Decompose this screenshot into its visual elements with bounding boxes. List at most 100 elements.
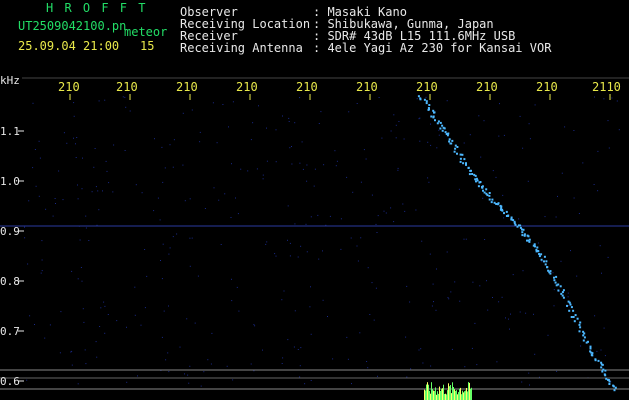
noise-pixel (397, 167, 399, 169)
y-tick-label: 0.7 (0, 325, 20, 338)
noise-pixel (91, 191, 93, 193)
noise-pixel (522, 270, 524, 272)
noise-pixel (557, 195, 558, 197)
noise-pixel (478, 115, 480, 117)
noise-pixel (393, 221, 395, 223)
noise-pixel (125, 106, 127, 108)
spectrum-bar (470, 388, 471, 400)
noise-pixel (168, 253, 170, 255)
meteor-trace-point (602, 368, 605, 371)
meteor-trace-point (503, 212, 505, 215)
noise-pixel (450, 291, 452, 293)
noise-pixel (168, 305, 169, 307)
noise-pixel (176, 233, 178, 235)
spectrum-bar (442, 388, 443, 400)
noise-pixel (161, 278, 163, 280)
meteor-trace-point (446, 134, 449, 137)
noise-pixel (153, 210, 155, 212)
meteor-trace-point (538, 253, 541, 255)
noise-pixel (383, 210, 385, 212)
meteor-trace-point (470, 169, 472, 172)
meteor-trace-point (448, 138, 451, 141)
noise-pixel (85, 363, 87, 365)
noise-pixel (335, 165, 337, 167)
noise-pixel (350, 237, 352, 239)
noise-pixel (310, 380, 312, 381)
noise-pixel (356, 245, 358, 247)
noise-pixel (240, 168, 242, 170)
noise-pixel (107, 314, 109, 315)
noise-pixel (108, 182, 110, 184)
noise-pixel (34, 324, 35, 325)
noise-pixel (129, 110, 131, 112)
noise-pixel (105, 160, 107, 162)
meteor-trace-point (523, 234, 526, 237)
noise-pixel (250, 139, 252, 141)
noise-pixel (231, 163, 232, 165)
noise-pixel (24, 226, 25, 228)
noise-pixel (88, 240, 90, 241)
noise-pixel (428, 181, 430, 183)
meteor-trace-point (578, 330, 581, 333)
meteor-trace-point (614, 386, 617, 389)
noise-pixel (528, 123, 530, 125)
noise-pixel (85, 227, 87, 229)
noise-pixel (576, 275, 578, 277)
meteor-trace-point (553, 279, 556, 282)
noise-pixel (287, 339, 289, 341)
spectrum-bar (436, 394, 437, 400)
noise-pixel (509, 328, 510, 330)
noise-pixel (480, 156, 482, 158)
spectrum-bar (455, 390, 456, 400)
noise-pixel (184, 373, 185, 375)
meteor-trace-point (454, 147, 457, 150)
noise-pixel (498, 301, 500, 303)
spectrum-bar (454, 389, 455, 400)
noise-pixel (436, 268, 437, 270)
noise-pixel (231, 300, 233, 302)
noise-pixel (593, 184, 595, 185)
noise-pixel (486, 280, 487, 282)
noise-pixel (228, 126, 229, 128)
noise-pixel (580, 345, 582, 347)
noise-pixel (448, 298, 450, 300)
meteor-trace-point (427, 108, 430, 111)
noise-pixel (203, 371, 205, 373)
noise-pixel (367, 267, 369, 269)
noise-pixel (81, 188, 83, 190)
noise-pixel (70, 351, 72, 353)
noise-pixel (41, 240, 43, 242)
noise-pixel (289, 147, 291, 149)
meteor-trace-point (417, 95, 420, 98)
noise-pixel (406, 285, 408, 287)
noise-pixel (419, 140, 421, 142)
spectrum-bar (432, 389, 433, 400)
noise-pixel (397, 169, 399, 171)
noise-pixel (282, 115, 283, 117)
noise-pixel (484, 239, 486, 240)
noise-pixel (95, 341, 97, 343)
meteor-trace-point (576, 317, 579, 320)
noise-pixel (253, 324, 255, 326)
noise-pixel (58, 170, 60, 172)
noise-pixel (603, 98, 605, 100)
noise-pixel (40, 272, 42, 274)
noise-pixel (288, 121, 290, 122)
spectrum-bar (446, 394, 447, 400)
noise-pixel (365, 158, 367, 160)
noise-pixel (309, 306, 311, 308)
noise-pixel (104, 332, 106, 334)
noise-pixel (258, 105, 259, 107)
noise-pixel (73, 115, 75, 117)
noise-pixel (348, 111, 350, 113)
noise-pixel (54, 198, 56, 199)
noise-pixel (254, 325, 256, 327)
noise-pixel (204, 208, 206, 209)
noise-pixel (395, 137, 397, 139)
noise-pixel (604, 355, 606, 357)
noise-pixel (300, 347, 302, 349)
spectrum-bar (451, 393, 452, 400)
noise-pixel (471, 347, 473, 349)
noise-pixel (371, 282, 373, 284)
noise-pixel (404, 210, 406, 212)
